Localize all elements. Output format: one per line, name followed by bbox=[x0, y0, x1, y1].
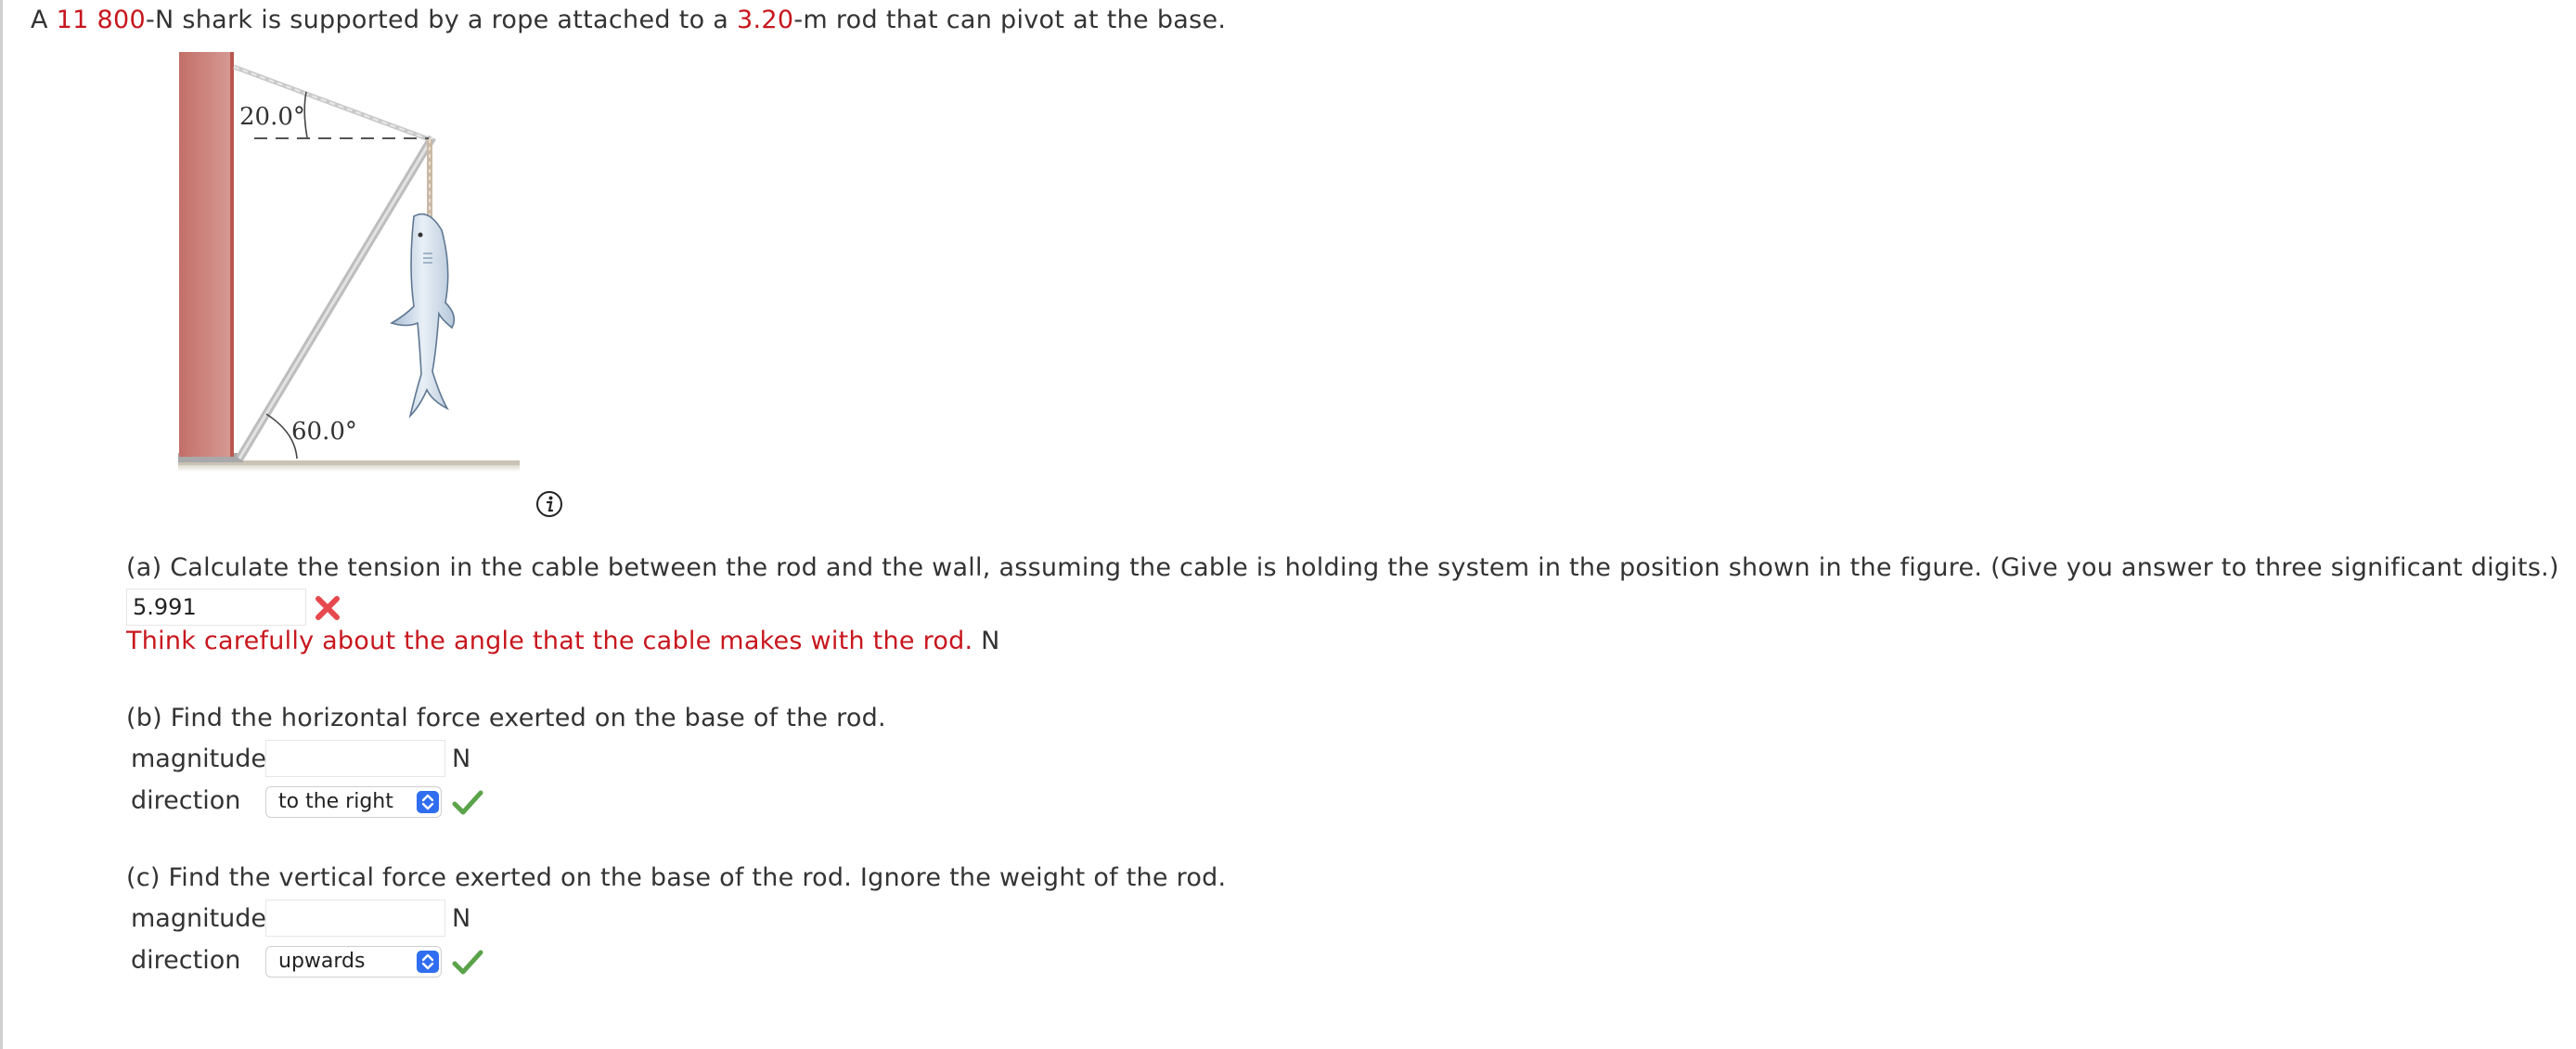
select-arrows-icon bbox=[417, 951, 439, 973]
part-c-unit: N bbox=[452, 904, 471, 933]
part-a-feedback: Think carefully about the angle that the… bbox=[126, 627, 1000, 655]
shark-rod-figure: 20.0° 60.0° bbox=[178, 52, 520, 472]
part-c-direction-select[interactable]: upwards bbox=[265, 946, 442, 978]
part-a-question: (a) Calculate the tension in the cable b… bbox=[126, 553, 2559, 582]
problem-statement: A 11 800-N shark is supported by a rope … bbox=[31, 6, 1227, 34]
select-arrows-icon bbox=[417, 791, 439, 813]
angle-label-bottom: 60.0° bbox=[291, 418, 357, 446]
check-icon bbox=[452, 790, 483, 815]
part-b-direction-select[interactable]: to the right bbox=[265, 786, 442, 818]
part-c-magnitude-input[interactable] bbox=[265, 900, 445, 937]
cross-icon bbox=[316, 596, 340, 620]
part-a-feedback-message: Think carefully about the angle that the… bbox=[126, 627, 973, 655]
info-icon[interactable] bbox=[535, 490, 563, 518]
part-a-unit: N bbox=[981, 627, 1000, 655]
left-border bbox=[0, 0, 3, 1049]
rod-length: 3.20 bbox=[737, 6, 794, 34]
part-b-magnitude-label: magnitude bbox=[131, 745, 267, 773]
part-c-direction-label: direction bbox=[131, 946, 241, 975]
floor bbox=[178, 464, 520, 472]
part-c-magnitude-label: magnitude bbox=[131, 904, 267, 933]
part-a-answer-input[interactable]: 5.991 bbox=[126, 589, 306, 626]
shark-weight: 11 800 bbox=[56, 6, 146, 34]
wall bbox=[179, 52, 233, 457]
part-b-direction-value: to the right bbox=[278, 790, 393, 813]
part-c-direction-value: upwards bbox=[278, 950, 366, 973]
part-b-unit: N bbox=[452, 745, 471, 773]
part-b-direction-label: direction bbox=[131, 786, 241, 815]
part-b-question: (b) Find the horizontal force exerted on… bbox=[126, 704, 886, 732]
shark-illustration bbox=[390, 213, 456, 419]
check-icon bbox=[452, 950, 483, 975]
angle-label-top: 20.0° bbox=[239, 103, 305, 131]
part-b-magnitude-input[interactable] bbox=[265, 740, 445, 777]
part-c-question: (c) Find the vertical force exerted on t… bbox=[126, 863, 1227, 892]
